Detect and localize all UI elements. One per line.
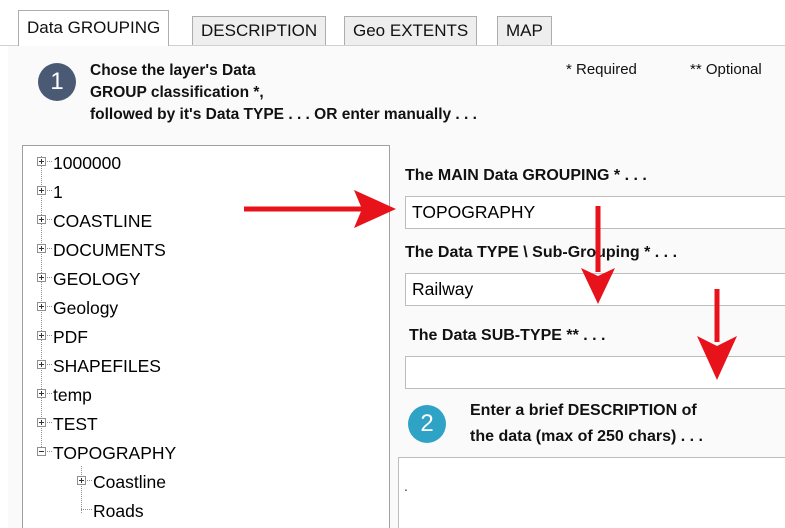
- annotation-arrows: [244, 190, 737, 380]
- arrow-to-data-type-icon: [581, 206, 615, 304]
- arrow-to-main-grouping-icon: [244, 190, 396, 228]
- tab-data-grouping[interactable]: Data GROUPING: [18, 10, 170, 46]
- arrow-to-sub-type-icon: [697, 289, 737, 380]
